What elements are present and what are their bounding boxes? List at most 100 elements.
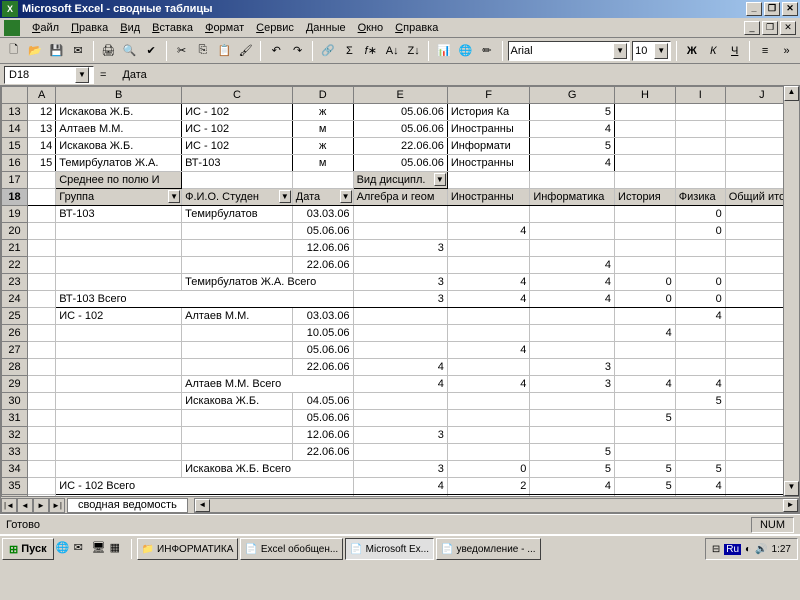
- formula-text[interactable]: Дата: [112, 69, 146, 81]
- sort-asc-button[interactable]: A↓: [383, 40, 402, 62]
- tab-next-button[interactable]: ►: [33, 498, 49, 513]
- col-header[interactable]: G: [530, 87, 615, 104]
- row-header[interactable]: 20: [2, 223, 28, 240]
- copy-button[interactable]: ⎘: [193, 40, 212, 62]
- select-all[interactable]: [2, 87, 28, 104]
- mdi-restore-button[interactable]: ❐: [762, 21, 778, 35]
- menu-справка[interactable]: Справка: [389, 20, 444, 36]
- menu-сервис[interactable]: Сервис: [250, 20, 300, 36]
- row-header[interactable]: 22: [2, 257, 28, 274]
- sort-desc-button[interactable]: Z↓: [404, 40, 423, 62]
- row-header[interactable]: 15: [2, 138, 28, 155]
- scroll-up-button[interactable]: ▲: [784, 86, 799, 101]
- col-header[interactable]: F: [447, 87, 529, 104]
- col-header[interactable]: B: [56, 87, 182, 104]
- col-header[interactable]: C: [182, 87, 293, 104]
- spelling-button[interactable]: ✔: [141, 40, 160, 62]
- row-header[interactable]: 19: [2, 206, 28, 223]
- horizontal-scrollbar[interactable]: ◄ ►: [194, 498, 799, 513]
- tray-icon[interactable]: ◐: [745, 544, 751, 555]
- name-box[interactable]: D18 ▼: [4, 66, 94, 84]
- maximize-button[interactable]: ❐: [764, 2, 780, 16]
- menu-формат[interactable]: Формат: [199, 20, 250, 36]
- font-size-combo[interactable]: 10 ▼: [632, 41, 671, 61]
- menu-вставка[interactable]: Вставка: [146, 20, 199, 36]
- minimize-button[interactable]: _: [746, 2, 762, 16]
- open-button[interactable]: 📂: [25, 40, 44, 62]
- taskbar-item[interactable]: 📁ИНФОРМАТИКА: [137, 538, 239, 560]
- row-header[interactable]: 21: [2, 240, 28, 257]
- undo-button[interactable]: ↶: [266, 40, 285, 62]
- sheet-tab[interactable]: сводная ведомость: [67, 498, 188, 513]
- italic-button[interactable]: К: [704, 40, 723, 62]
- clock[interactable]: 1:27: [772, 544, 791, 555]
- font-combo[interactable]: Arial ▼: [508, 41, 631, 61]
- scroll-right-button[interactable]: ►: [783, 499, 798, 512]
- row-header[interactable]: 28: [2, 359, 28, 376]
- quicklaunch-icon[interactable]: ▦: [110, 541, 126, 557]
- col-header[interactable]: H: [615, 87, 676, 104]
- print-button[interactable]: 🖨: [99, 40, 118, 62]
- desktop-icon[interactable]: 🖥: [92, 541, 108, 557]
- row-header[interactable]: 14: [2, 121, 28, 138]
- row-header[interactable]: 16: [2, 155, 28, 172]
- menu-данные[interactable]: Данные: [300, 20, 352, 36]
- mdi-close-button[interactable]: ✕: [780, 21, 796, 35]
- pivot-row-field[interactable]: Группа▼: [56, 189, 182, 206]
- mdi-minimize-button[interactable]: _: [744, 21, 760, 35]
- row-header[interactable]: 18: [2, 189, 28, 206]
- taskbar-item[interactable]: 📄уведомление - ...: [436, 538, 541, 560]
- more-button[interactable]: »: [777, 40, 796, 62]
- underline-button[interactable]: Ч: [725, 40, 744, 62]
- function-button[interactable]: f∗: [361, 40, 380, 62]
- col-header[interactable]: D: [292, 87, 353, 104]
- worksheet[interactable]: ABCDEFGHIJ1312Искакова Ж.Б.ИС - 102ж05.0…: [0, 86, 800, 514]
- lang-indicator[interactable]: Ru: [724, 544, 741, 555]
- new-button[interactable]: 🗋: [4, 40, 23, 62]
- row-header[interactable]: 23: [2, 274, 28, 291]
- scroll-down-button[interactable]: ▼: [784, 481, 799, 496]
- row-header[interactable]: 30: [2, 393, 28, 410]
- pivot-col-field[interactable]: Вид дисципл.▼: [353, 172, 447, 189]
- close-button[interactable]: ✕: [782, 2, 798, 16]
- hyperlink-button[interactable]: 🔗: [318, 40, 337, 62]
- outlook-icon[interactable]: ✉: [74, 541, 90, 557]
- map-button[interactable]: 🌐: [456, 40, 475, 62]
- pivot-row-field[interactable]: Ф.И.О. Студен▼: [182, 189, 293, 206]
- row-header[interactable]: 24: [2, 291, 28, 308]
- autosum-button[interactable]: Σ: [340, 40, 359, 62]
- row-header[interactable]: 34: [2, 461, 28, 478]
- row-header[interactable]: 31: [2, 410, 28, 427]
- tray-icon[interactable]: ⊟: [712, 544, 720, 555]
- tab-last-button[interactable]: ►|: [49, 498, 65, 513]
- row-header[interactable]: 32: [2, 427, 28, 444]
- save-button[interactable]: 💾: [47, 40, 66, 62]
- menu-вид[interactable]: Вид: [114, 20, 146, 36]
- ie-icon[interactable]: 🌐: [56, 541, 72, 557]
- col-header[interactable]: I: [675, 87, 725, 104]
- preview-button[interactable]: 🔍: [120, 40, 139, 62]
- align-left-button[interactable]: ≡: [755, 40, 774, 62]
- tray-icon[interactable]: 🔊: [755, 544, 767, 555]
- taskbar-item[interactable]: 📄Excel обобщен...: [240, 538, 343, 560]
- cut-button[interactable]: ✂: [172, 40, 191, 62]
- chart-button[interactable]: 📊: [434, 40, 453, 62]
- tab-first-button[interactable]: |◄: [1, 498, 17, 513]
- row-header[interactable]: 25: [2, 308, 28, 325]
- row-header[interactable]: 17: [2, 172, 28, 189]
- email-button[interactable]: ✉: [68, 40, 87, 62]
- paste-button[interactable]: 📋: [215, 40, 234, 62]
- start-button[interactable]: ⊞Пуск: [2, 538, 54, 560]
- tab-prev-button[interactable]: ◄: [17, 498, 33, 513]
- row-header[interactable]: 13: [2, 104, 28, 121]
- scroll-left-button[interactable]: ◄: [195, 499, 210, 512]
- row-header[interactable]: 35: [2, 478, 28, 495]
- menu-правка[interactable]: Правка: [65, 20, 114, 36]
- row-header[interactable]: 27: [2, 342, 28, 359]
- row-header[interactable]: 29: [2, 376, 28, 393]
- col-header[interactable]: A: [28, 87, 56, 104]
- col-header[interactable]: E: [353, 87, 447, 104]
- menu-файл[interactable]: Файл: [26, 20, 65, 36]
- drawing-button[interactable]: ✏: [477, 40, 496, 62]
- format-painter-button[interactable]: 🖌: [236, 40, 255, 62]
